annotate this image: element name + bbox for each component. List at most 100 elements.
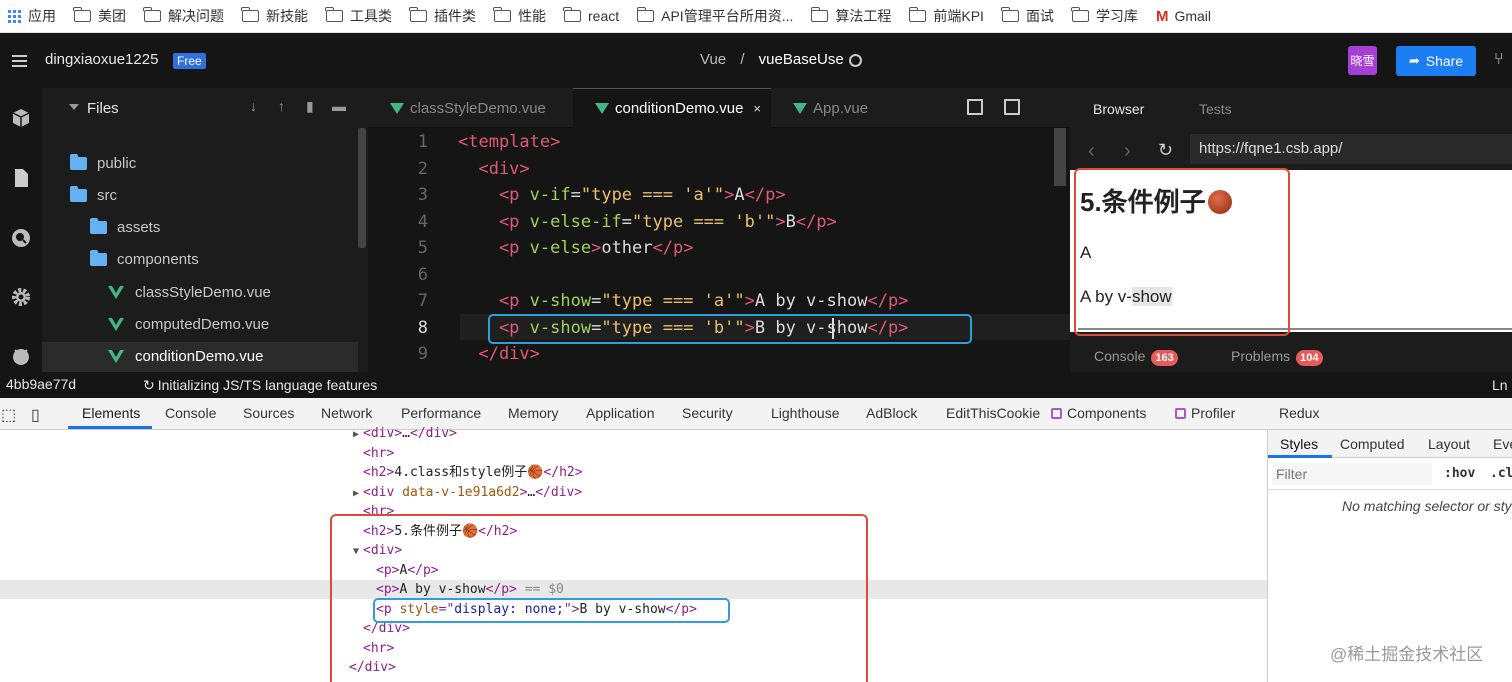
devtools-tab[interactable]: Console (165, 405, 216, 421)
tab-classstyledemo[interactable]: classStyleDemo.vue (368, 88, 573, 128)
devtools-tab[interactable]: Network (321, 405, 372, 421)
sort-up-icon[interactable]: ↑ (278, 98, 285, 114)
gear-icon[interactable] (11, 287, 31, 307)
dom-node-row[interactable]: ▶ <div>…</div> (353, 424, 457, 443)
github-icon[interactable] (11, 346, 31, 366)
bookmark-folder[interactable]: 算法工程 (810, 6, 891, 26)
console-tab[interactable]: Console 163 (1094, 348, 1178, 366)
url-input[interactable]: https://fqne1.csb.app/ (1190, 134, 1512, 164)
problems-tab[interactable]: Problems 104 (1231, 348, 1323, 366)
fork-icon[interactable]: ⑂ (1494, 51, 1504, 69)
file-tree-item[interactable]: computedDemo.vue (42, 310, 358, 340)
editor-scrollbar[interactable] (1054, 128, 1066, 186)
browser-nav: ‹ › ↻ https://fqne1.csb.app/ (1070, 134, 1512, 170)
sort-down-icon[interactable]: ↓ (250, 98, 257, 114)
folder-icon (636, 7, 655, 22)
dom-token: data-v-1e91a6d2 (402, 484, 520, 500)
split-view-icon[interactable] (967, 99, 983, 115)
devtools-tab[interactable]: Redux (1279, 405, 1319, 421)
dom-node-row[interactable]: <h2>4.class和style例子🏀</h2> (363, 463, 583, 482)
devtools-tab-label: EditThisCookie (946, 405, 1041, 421)
devtools-tab[interactable]: Components (1051, 405, 1146, 421)
file-tree-item[interactable]: classStyleDemo.vue (42, 277, 358, 307)
files-scrollbar[interactable] (358, 128, 366, 248)
devtools-tab[interactable]: Sources (243, 405, 294, 421)
dom-node-row[interactable]: <hr> (363, 444, 394, 463)
bookmark-folder[interactable]: 解决问题 (143, 6, 224, 26)
devtools-tab[interactable]: Performance (401, 405, 481, 421)
back-icon[interactable]: ‹ (1088, 140, 1095, 163)
bookmark-folder[interactable]: 性能 (493, 6, 546, 26)
expand-arrow-icon[interactable]: ▶ (353, 429, 359, 440)
collapse-triangle-icon[interactable] (69, 104, 79, 110)
dom-node-row[interactable]: ▶ <div data-v-1e91a6d2>…</div> (353, 483, 582, 502)
devtools-tab[interactable]: Profiler (1175, 405, 1235, 421)
folder-icon (1071, 7, 1089, 22)
devtools-tab[interactable]: EditThisCookie (946, 405, 1040, 421)
bookmark-folder[interactable]: 美团 (73, 6, 126, 26)
close-icon[interactable]: × (753, 101, 761, 116)
elements-tree[interactable]: ▶ <div>…</div> <hr> <h2>4.class和style例子🏀</h… (0, 426, 1267, 682)
devtools-tab[interactable]: AdBlock (866, 405, 917, 421)
bookmark-folder[interactable]: react (563, 6, 619, 26)
expand-arrow-icon[interactable]: ▶ (353, 488, 359, 499)
devtools-tab[interactable]: Security (682, 405, 733, 421)
bookmark-folder[interactable]: 插件类 (409, 6, 476, 26)
devtools-tab-label: Performance (401, 405, 482, 421)
bookmark-folder[interactable]: 工具类 (325, 6, 392, 26)
code-line: <div> (458, 159, 529, 179)
tab-layout[interactable]: Layout (1428, 436, 1470, 452)
tab-browser[interactable]: Browser (1093, 101, 1144, 117)
file-tree-item[interactable]: conditionDemo.vue (42, 341, 358, 372)
bookmark-label: 插件类 (434, 8, 476, 24)
devtools-tab[interactable]: Application (586, 405, 655, 421)
tab-conditiondemo[interactable]: conditionDemo.vue × (573, 88, 771, 128)
tab-app[interactable]: App.vue (771, 88, 901, 128)
class-toggle[interactable]: .cl (1490, 466, 1512, 481)
breadcrumb-folder[interactable]: Vue (700, 51, 726, 68)
avatar[interactable]: 晓雪 (1348, 46, 1377, 75)
bookmark-label: 前端KPI (933, 8, 984, 24)
reload-icon[interactable]: ↻ (1158, 140, 1173, 161)
bookmark-gmail[interactable]: M Gmail (1156, 8, 1211, 25)
username[interactable]: dingxiaoxue1225 (45, 51, 158, 68)
share-button[interactable]: ➦ Share (1396, 46, 1476, 76)
annotation-box-hidden-p (373, 598, 730, 623)
tab-tests[interactable]: Tests (1199, 101, 1232, 117)
folder-icon (908, 7, 927, 22)
bookmark-folder[interactable]: 面试 (1001, 6, 1054, 26)
forward-icon[interactable]: › (1124, 140, 1131, 163)
bookmark-folder[interactable]: 学习库 (1071, 6, 1138, 26)
new-folder-icon[interactable]: ▬ (332, 98, 346, 114)
bookmark-apps[interactable]: 应用 (8, 6, 56, 26)
devtools-tab[interactable]: Elements (82, 405, 140, 421)
code-editor[interactable]: 1 <template> 2 <div> 3 <p v-if="type === 'a… (368, 128, 1070, 372)
bookmark-folder[interactable]: 前端KPI (908, 6, 984, 26)
new-file-icon[interactable]: ▮ (306, 98, 314, 115)
cube-icon[interactable] (11, 108, 31, 128)
file-tree-item[interactable]: public (42, 148, 358, 178)
inspect-icon[interactable]: ⬚ (1, 405, 16, 425)
file-tree-item[interactable]: src (42, 180, 358, 210)
filter-input[interactable] (1272, 463, 1432, 485)
bookmark-folder[interactable]: API管理平台所用资... (636, 6, 794, 26)
devtools-tab[interactable]: Memory (508, 405, 559, 421)
preview-icon[interactable] (1004, 99, 1020, 115)
bookmark-folder[interactable]: 新技能 (241, 6, 308, 26)
line-number: 5 (417, 238, 428, 258)
file-icon[interactable] (11, 168, 31, 188)
plan-badge: Free (173, 53, 206, 69)
dom-token: <div> (363, 426, 403, 441)
devtools-tab[interactable]: Lighthouse (771, 405, 840, 421)
hover-state-toggle[interactable]: :hov (1444, 466, 1475, 481)
tab-computed[interactable]: Computed (1340, 436, 1405, 452)
tab-event-listeners[interactable]: Eve (1493, 436, 1512, 452)
breadcrumb-project[interactable]: vueBaseUse (759, 51, 844, 68)
file-tree-item[interactable]: components (42, 245, 358, 275)
device-toolbar-icon[interactable]: ▯ (31, 405, 40, 425)
menu-icon[interactable] (12, 55, 27, 67)
bookmark-label: API管理平台所用资... (661, 8, 794, 24)
file-tree-item[interactable]: assets (42, 213, 358, 243)
tab-styles[interactable]: Styles (1280, 436, 1318, 452)
search-icon[interactable] (11, 228, 31, 248)
